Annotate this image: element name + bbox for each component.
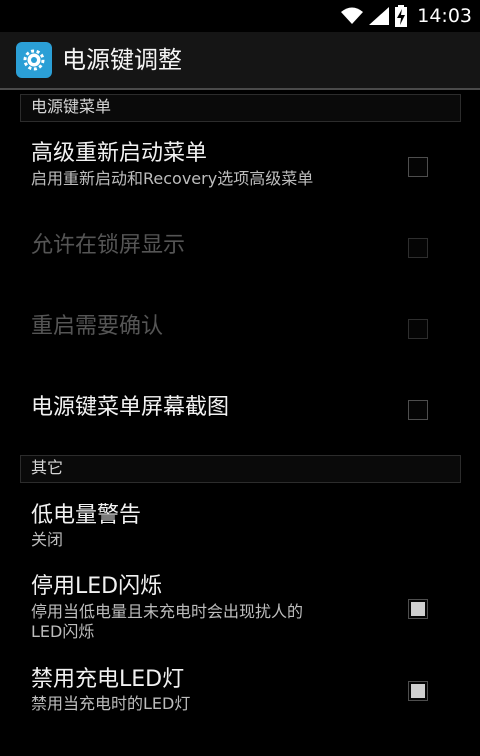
- category-header-label: 其它: [31, 458, 64, 477]
- pref-summary: 关闭: [31, 530, 64, 549]
- pref-disable-led-blink[interactable]: 停用LED闪烁 停用当低电量且未充电时会出现扰人的LED闪烁: [0, 573, 480, 643]
- signal-icon: [369, 7, 390, 25]
- action-bar: 电源键调整: [0, 32, 480, 88]
- checkbox-power-menu-screenshot[interactable]: [408, 400, 428, 420]
- pref-title: 低电量警告: [31, 503, 142, 528]
- screen: 14:03 电源键调整 电源键菜单 高级重新启动菜单 启用重新启动和Recove…: [0, 0, 480, 756]
- battery-charging-icon: [395, 5, 408, 27]
- category-header-label: 电源键菜单: [31, 97, 112, 116]
- category-header-other: 其它: [20, 455, 461, 483]
- checkbox-disable-led-blink[interactable]: [408, 599, 428, 619]
- pref-title: 重启需要确认: [31, 314, 164, 339]
- checkbox-advanced-reboot-menu[interactable]: [408, 157, 428, 177]
- pref-summary: 启用重新启动和Recovery选项高级菜单: [31, 169, 314, 188]
- pref-summary: 停用当低电量且未充电时会出现扰人的LED闪烁: [31, 602, 304, 641]
- status-bar: 14:03: [0, 0, 480, 32]
- pref-reboot-confirm: 重启需要确认: [0, 313, 480, 345]
- status-time: 14:03: [417, 5, 472, 27]
- wifi-icon: [341, 7, 364, 25]
- category-header-power-menu: 电源键菜单: [20, 94, 461, 122]
- pref-title: 允许在锁屏显示: [31, 233, 186, 258]
- checkbox-reboot-confirm: [408, 319, 428, 339]
- pref-advanced-reboot-menu[interactable]: 高级重新启动菜单 启用重新启动和Recovery选项高级菜单: [0, 140, 480, 200]
- pref-title: 电源键菜单屏幕截图: [31, 395, 230, 420]
- status-icons: 14:03: [341, 4, 472, 28]
- pref-low-battery-warning[interactable]: 低电量警告 关闭: [0, 502, 480, 554]
- pref-power-menu-screenshot[interactable]: 电源键菜单屏幕截图: [0, 394, 480, 426]
- pref-show-on-lockscreen: 允许在锁屏显示: [0, 232, 480, 264]
- pref-title: 停用LED闪烁: [31, 574, 163, 599]
- pref-disable-charging-led[interactable]: 禁用充电LED灯 禁用当充电时的LED灯: [0, 666, 480, 718]
- pref-summary: 禁用当充电时的LED灯: [31, 694, 191, 713]
- pref-title: 禁用充电LED灯: [31, 667, 185, 692]
- settings-gear-icon[interactable]: [16, 42, 52, 78]
- checkbox-show-on-lockscreen: [408, 238, 428, 258]
- page-title: 电源键调整: [62, 46, 182, 74]
- pref-title: 高级重新启动菜单: [31, 141, 208, 166]
- action-bar-divider: [0, 88, 480, 90]
- checkbox-disable-charging-led[interactable]: [408, 681, 428, 701]
